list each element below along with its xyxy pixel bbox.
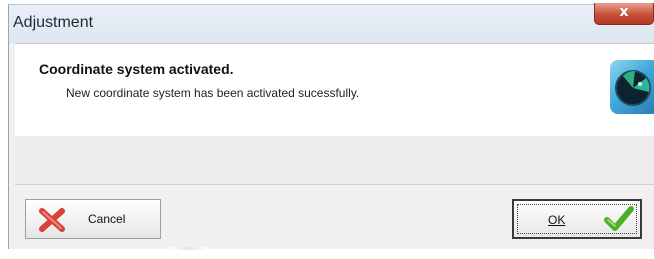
check-icon	[604, 206, 634, 231]
adjustment-dialog: Adjustment x Coordinate system activated…	[8, 3, 654, 249]
cancel-button[interactable]: Cancel	[25, 199, 161, 239]
x-icon	[39, 208, 65, 232]
ok-button-label: OK	[548, 213, 566, 227]
close-button[interactable]: x	[594, 3, 654, 25]
window-title: Adjustment	[13, 14, 94, 31]
ok-button[interactable]: OK	[512, 199, 642, 239]
close-icon: x	[619, 4, 629, 20]
divider	[170, 247, 210, 250]
message-heading: Coordinate system activated.	[39, 61, 234, 77]
message-text: New coordinate system has been activated…	[66, 86, 360, 100]
cancel-button-label: Cancel	[88, 212, 126, 226]
message-panel: Coordinate system activated. New coordin…	[15, 43, 654, 137]
title-bar[interactable]: Adjustment x	[9, 3, 654, 43]
button-bar: Cancel OK	[15, 185, 654, 247]
globe-icon	[610, 60, 654, 114]
separator-band	[15, 136, 654, 185]
